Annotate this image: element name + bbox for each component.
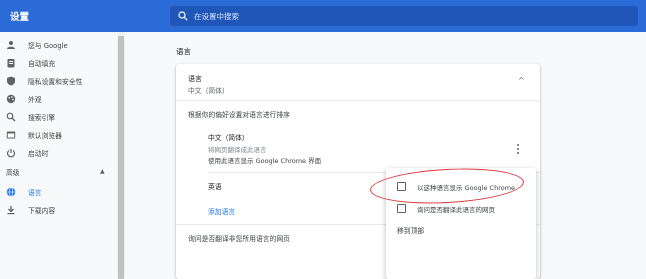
sidebar-item-label: 外观 [28, 96, 42, 104]
download-icon [7, 206, 15, 215]
globe-icon [6, 187, 16, 197]
person-icon [7, 41, 15, 49]
search-icon [178, 11, 188, 21]
advanced-section-label[interactable]: 高级 [6, 167, 20, 177]
language-item-name: 英语 [208, 183, 222, 191]
clipboard-icon [7, 59, 15, 68]
more-options-icon[interactable] [514, 142, 522, 156]
menu-item-move-to-top[interactable]: 移到顶部 [397, 225, 424, 235]
menu-item-label: 询问是否翻译此语言的网页 [417, 206, 495, 214]
sidebar-item-label: 您与 Google [28, 42, 68, 50]
settings-window: 设置 在设置中搜索 您与 Google 自动填充 隐私设置和安全性 外观 搜索引… [0, 0, 646, 279]
language-item-note: 将网页翻译成此语言 [208, 146, 267, 154]
language-item-name: 中文（简体） [208, 134, 249, 142]
power-icon [6, 148, 16, 158]
sidebar-item-label: 自动填充 [28, 60, 56, 68]
languages-row-subtitle: 中文（简体） [188, 87, 229, 95]
checkbox[interactable] [397, 204, 406, 213]
chevron-up-icon[interactable]: ▲ [100, 168, 105, 175]
sidebar-item-autofill[interactable]: 自动填充 [0, 54, 116, 72]
palette-icon [6, 94, 16, 104]
shield-icon [7, 76, 15, 86]
sidebar-item-search-engine[interactable]: 搜索引擎 [0, 108, 116, 126]
sidebar-item-languages[interactable]: 语言 [0, 183, 116, 201]
chevron-up-icon[interactable]: ^ [518, 76, 525, 85]
sidebar-item-default-browser[interactable]: 默认浏览器 [0, 126, 116, 144]
top-bar: 设置 在设置中搜索 [0, 0, 646, 32]
divider [176, 100, 540, 101]
sidebar-item-label: 语言 [28, 189, 42, 197]
browser-icon [6, 131, 16, 139]
sidebar-item-label: 启动时 [28, 150, 49, 158]
sidebar-item-downloads[interactable]: 下载内容 [0, 201, 116, 219]
order-instruction: 根据你的偏好设置对语言进行排序 [188, 111, 290, 119]
sidebar-item-label: 下载内容 [28, 207, 56, 215]
page-title: 设置 [10, 12, 30, 23]
sidebar-item-label: 隐私设置和安全性 [28, 78, 83, 86]
ask-translate-setting[interactable]: 询问是否翻译非您所用语言的网页 [188, 233, 290, 243]
language-item-display-note: 使用此语言显示 Google Chrome 界面 [208, 157, 322, 165]
sidebar-scrollbar-thumb[interactable] [118, 36, 124, 279]
sidebar: 您与 Google 自动填充 隐私设置和安全性 外观 搜索引擎 默认浏览器 启动… [0, 32, 124, 279]
add-language-link[interactable]: 添加语言 [208, 206, 235, 216]
sidebar-item-label: 搜索引擎 [28, 114, 56, 122]
languages-row-title[interactable]: 语言 [188, 74, 202, 84]
search-box[interactable]: 在设置中搜索 [170, 6, 638, 26]
section-heading: 语言 [176, 47, 191, 56]
sidebar-item-on-startup[interactable]: 启动时 [0, 144, 116, 162]
sidebar-item-label: 默认浏览器 [28, 132, 62, 140]
sidebar-item-privacy[interactable]: 隐私设置和安全性 [0, 72, 116, 90]
sidebar-item-you-and-google[interactable]: 您与 Google [0, 36, 116, 54]
sidebar-item-appearance[interactable]: 外观 [0, 90, 116, 108]
search-placeholder: 在设置中搜索 [194, 12, 239, 21]
search-icon [6, 112, 16, 122]
